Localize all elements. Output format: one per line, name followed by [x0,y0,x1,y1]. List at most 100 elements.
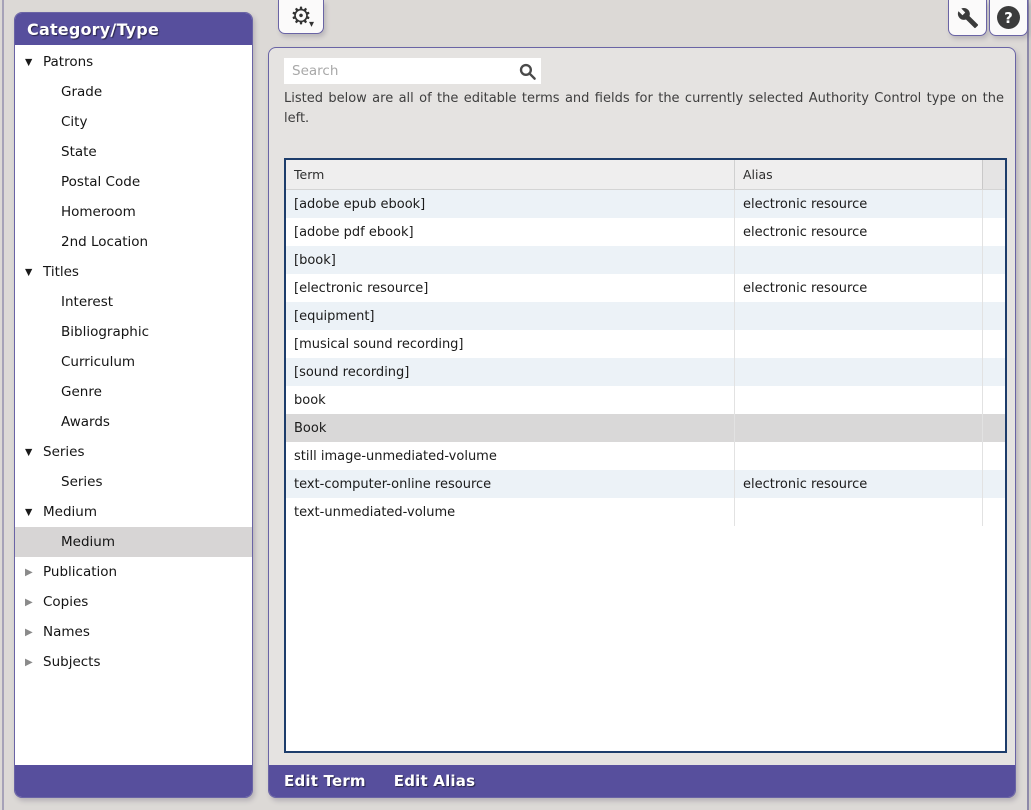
sidebar-group-publication[interactable]: ▶ Publication [15,557,252,587]
sidebar-item-label: Grade [61,84,103,100]
sidebar-item-interest[interactable]: Interest [15,287,252,317]
sidebar-group-patrons[interactable]: ▼ Patrons [15,47,252,77]
sidebar-item-awards[interactable]: Awards [15,407,252,437]
sidebar-item-bibliographic[interactable]: Bibliographic [15,317,252,347]
column-header-spare [982,160,1005,189]
sidebar-item-label: Series [61,474,103,490]
sidebar-item-label: Postal Code [61,174,141,190]
triangle-right-icon[interactable]: ▶ [23,597,43,608]
triangle-down-icon[interactable]: ▼ [23,507,43,518]
sidebar-group-titles[interactable]: ▼ Titles [15,257,252,287]
term-cell: still image-unmediated-volume [294,448,497,464]
triangle-down-icon[interactable]: ▼ [23,57,43,68]
sidebar-item-label: Genre [61,384,102,400]
search-input[interactable] [284,63,513,79]
sidebar-item-label: Patrons [43,54,94,70]
sidebar-item-2nd-location[interactable]: 2nd Location [15,227,252,257]
spare-cell [982,358,1005,386]
alias-cell: electronic resource [734,274,982,302]
table-row[interactable]: text-unmediated-volume [286,498,1005,526]
term-cell: [adobe epub ebook] [294,196,426,212]
tools-button[interactable] [948,0,987,36]
spare-cell [982,246,1005,274]
alias-cell [734,302,982,330]
table-body: [adobe epub ebook] electronic resource [ad… [286,190,1005,526]
table-row[interactable]: [electronic resource] electronic resource [286,274,1005,302]
alias-cell: electronic resource [734,190,982,218]
sidebar-item-postal-code[interactable]: Postal Code [15,167,252,197]
sidebar-item-label: Names [43,624,90,640]
table-row[interactable]: [book] [286,246,1005,274]
help-button[interactable]: ? [989,0,1028,36]
sidebar-group-series[interactable]: ▼ Series [15,437,252,467]
sidebar-item-label: Interest [61,294,114,310]
spare-cell [982,414,1005,442]
window-left-edge [2,0,4,810]
sidebar-item-label: 2nd Location [61,234,149,250]
term-cell: Book [294,420,327,436]
alias-cell [734,246,982,274]
category-tree: ▼ Patrons Grade City State Postal Code Homeroo… [15,45,252,677]
alias-cell [734,442,982,470]
category-type-panel: Category/Type ▼ Patrons Grade City State Post… [14,12,253,798]
description-text: Listed below are all of the editable ter… [284,91,1004,126]
sidebar-item-series[interactable]: Series [15,467,252,497]
sidebar-item-label: Medium [43,504,97,520]
term-cell: [equipment] [294,308,375,324]
column-header-term[interactable]: Term [286,160,734,189]
sidebar-item-label: City [61,114,88,130]
table-header-row: Term Alias [286,160,1005,190]
table-row[interactable]: [equipment] [286,302,1005,330]
table-row[interactable]: book [286,386,1005,414]
table-row[interactable]: [musical sound recording] [286,330,1005,358]
search-icon[interactable] [513,62,541,81]
sidebar-item-city[interactable]: City [15,107,252,137]
spare-cell [982,470,1005,498]
term-cell: text-unmediated-volume [294,504,456,520]
term-cell: [adobe pdf ebook] [294,224,414,240]
triangle-down-icon[interactable]: ▼ [23,447,43,458]
sidebar-group-subjects[interactable]: ▶ Subjects [15,647,252,677]
table-row[interactable]: [adobe epub ebook] electronic resource [286,190,1005,218]
table-row[interactable]: still image-unmediated-volume [286,442,1005,470]
sidebar-item-label: Bibliographic [61,324,150,340]
sidebar-group-names[interactable]: ▶ Names [15,617,252,647]
triangle-right-icon[interactable]: ▶ [23,657,43,668]
spare-cell [982,330,1005,358]
actions-menu-button[interactable]: ⚙ ▾ [278,0,324,34]
sidebar-item-curriculum[interactable]: Curriculum [15,347,252,377]
edit-term-button[interactable]: Edit Term [284,772,366,790]
table-row[interactable]: text-computer-online resource electronic … [286,470,1005,498]
sidebar-item-label: State [61,144,97,160]
sidebar-group-copies[interactable]: ▶ Copies [15,587,252,617]
caret-down-icon: ▾ [308,19,314,30]
sidebar-item-label: Titles [43,264,79,280]
column-header-alias[interactable]: Alias [734,160,982,189]
triangle-right-icon[interactable]: ▶ [23,627,43,638]
sidebar-item-medium[interactable]: Medium [15,527,252,557]
alias-cell: electronic resource [734,218,982,246]
sidebar-item-label: Copies [43,594,89,610]
triangle-right-icon[interactable]: ▶ [23,567,43,578]
sidebar-group-medium[interactable]: ▼ Medium [15,497,252,527]
question-icon: ? [997,6,1020,29]
sidebar-item-grade[interactable]: Grade [15,77,252,107]
sidebar-item-label: Awards [61,414,110,430]
spare-cell [982,442,1005,470]
spare-cell [982,190,1005,218]
terms-table: Term Alias [adobe epub ebook] electronic … [284,158,1007,753]
table-row[interactable]: [sound recording] [286,358,1005,386]
sidebar-item-label: Homeroom [61,204,136,220]
sidebar-item-label: Publication [43,564,118,580]
sidebar-item-label: Series [43,444,85,460]
triangle-down-icon[interactable]: ▼ [23,267,43,278]
sidebar-item-homeroom[interactable]: Homeroom [15,197,252,227]
table-row[interactable]: Book [286,414,1005,442]
sidebar-item-state[interactable]: State [15,137,252,167]
spare-cell [982,386,1005,414]
main-panel: Listed below are all of the editable ter… [268,47,1016,798]
sidebar-item-genre[interactable]: Genre [15,377,252,407]
table-row[interactable]: [adobe pdf ebook] electronic resource [286,218,1005,246]
term-cell: [electronic resource] [294,280,429,296]
edit-alias-button[interactable]: Edit Alias [394,772,475,790]
